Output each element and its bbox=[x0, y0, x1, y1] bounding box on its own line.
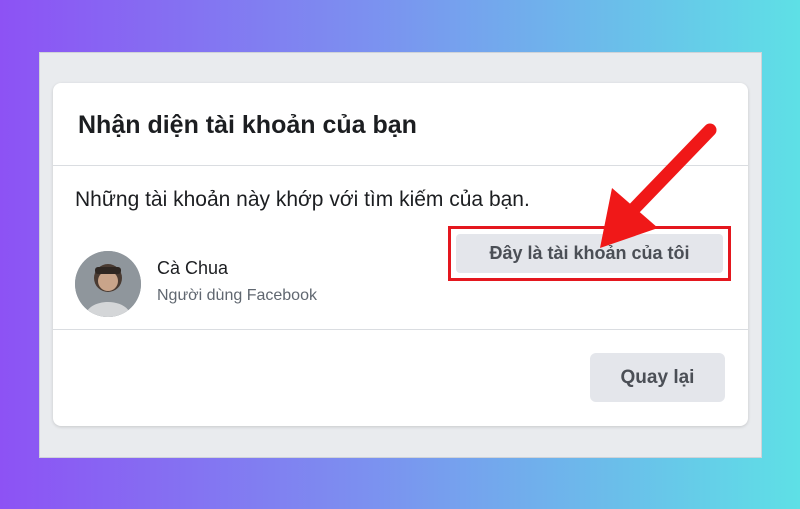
avatar bbox=[75, 251, 141, 317]
account-name: Cà Chua bbox=[157, 258, 229, 278]
avatar-photo-icon bbox=[75, 251, 141, 317]
dialog-header: Nhận diện tài khoản của bạn bbox=[53, 83, 748, 166]
highlight-box: Đây là tài khoản của tôi bbox=[448, 226, 731, 281]
this-is-my-account-button[interactable]: Đây là tài khoản của tôi bbox=[456, 234, 723, 273]
dialog-message: Những tài khoản này khớp với tìm kiếm củ… bbox=[75, 188, 530, 211]
dialog-title: Nhận diện tài khoản của bạn bbox=[78, 111, 417, 139]
account-subtitle: Người dùng Facebook bbox=[157, 287, 317, 304]
back-button[interactable]: Quay lại bbox=[590, 353, 725, 402]
screenshot-frame: Nhận diện tài khoản của bạn Những tài kh… bbox=[39, 52, 762, 458]
dialog-footer: Quay lại bbox=[53, 330, 748, 425]
